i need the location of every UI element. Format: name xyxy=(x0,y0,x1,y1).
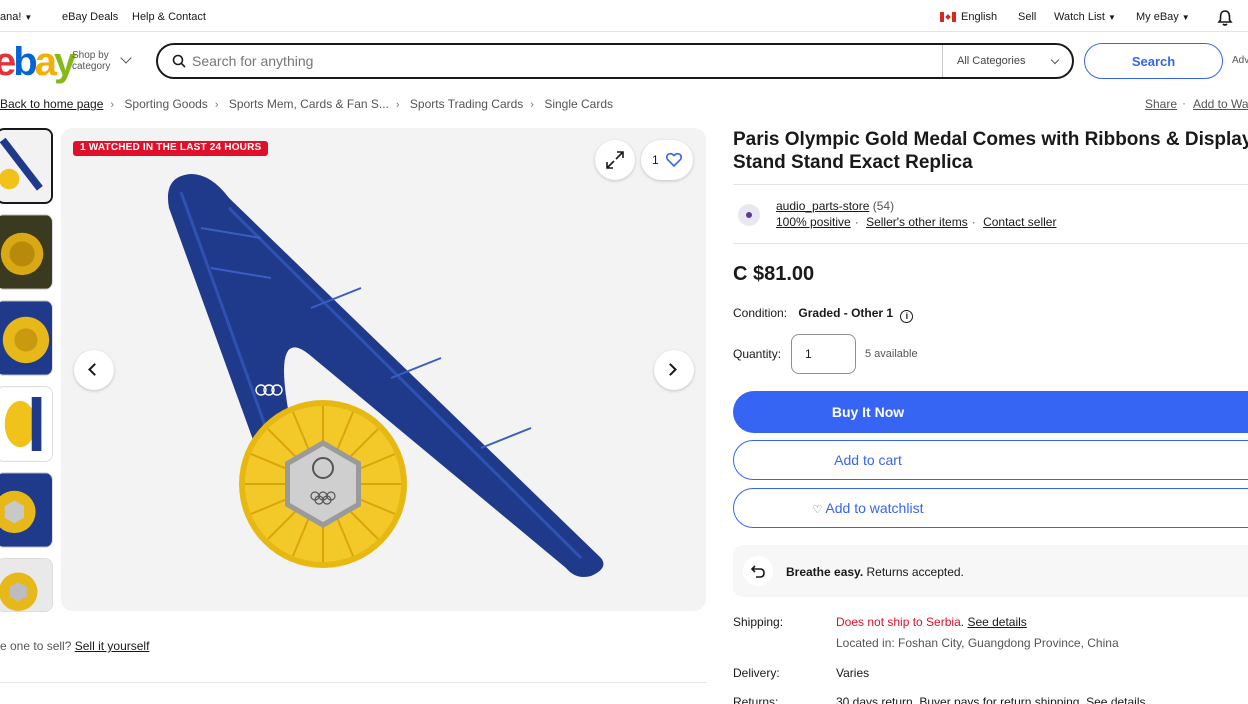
sell-link[interactable]: Sell xyxy=(1018,11,1036,23)
help-contact-link[interactable]: Help & Contact xyxy=(132,11,206,23)
category-select[interactable]: All Categories xyxy=(942,45,1072,77)
price: C $81.00 xyxy=(733,263,815,285)
condition-value: Graded - Other 1 xyxy=(798,306,894,320)
medal-back-thumbnail xyxy=(0,473,52,547)
positive-feedback-link[interactable]: 100% positive xyxy=(776,215,851,229)
chevron-left-icon xyxy=(88,363,101,376)
buy-it-now-button[interactable]: Buy It Now xyxy=(733,391,1248,433)
language-selector[interactable]: English xyxy=(961,11,997,23)
sell-it-yourself-link[interactable]: Sell it yourself xyxy=(75,639,150,653)
top-bar: ana! ▼ eBay Deals Help & Contact English … xyxy=(0,0,1248,32)
watch-count: 1 xyxy=(652,153,659,167)
main-product-image[interactable] xyxy=(61,128,706,611)
delivery-value: Varies xyxy=(836,666,870,680)
shipping-details-link[interactable]: See details xyxy=(967,615,1026,629)
thumbnail-4[interactable] xyxy=(0,386,53,462)
heart-icon xyxy=(665,152,683,168)
medal-ribbon-thumbnail xyxy=(0,130,51,202)
medal-front-thumbnail xyxy=(0,301,52,375)
quantity-label: Quantity: xyxy=(733,347,782,361)
breadcrumb-sporting-goods[interactable]: Sporting Goods xyxy=(124,97,207,111)
shipping-label: Shipping: xyxy=(733,615,784,629)
breadcrumb-trading-cards[interactable]: Sports Trading Cards xyxy=(410,97,523,111)
chevron-down-icon xyxy=(1050,55,1060,65)
shop-by-category-button[interactable]: Shop by category xyxy=(72,50,110,72)
info-icon[interactable]: i xyxy=(900,310,914,323)
expand-icon xyxy=(606,151,624,169)
add-to-watchlist-link[interactable]: Add to Wa xyxy=(1193,97,1248,111)
medal-closeup-thumbnail xyxy=(0,215,52,289)
breadcrumb-home[interactable]: Back to home page xyxy=(0,97,103,111)
divider xyxy=(0,682,707,683)
returns-banner: Breathe easy. Returns accepted. xyxy=(733,545,1248,597)
separator: · xyxy=(1182,96,1186,110)
condition: Condition: Graded - Other 1 i xyxy=(733,306,914,323)
search-bar: All Categories xyxy=(156,43,1074,79)
seller-name-link[interactable]: audio_parts-store xyxy=(776,199,869,213)
greeting-menu[interactable]: ana! ▼ xyxy=(0,11,32,23)
chevron-down-icon[interactable] xyxy=(120,52,132,64)
thumbnail-6[interactable] xyxy=(0,558,53,612)
my-ebay-menu[interactable]: My eBay ▼ xyxy=(1136,11,1190,23)
divider xyxy=(733,243,1248,244)
medal-stand-thumbnail xyxy=(0,559,52,611)
seller-links: 100% positive · Seller's other items · Con… xyxy=(776,215,1057,229)
share-link[interactable]: Share xyxy=(1145,97,1177,111)
canada-flag-icon xyxy=(940,12,956,22)
sell-prompt: e one to sell? Sell it yourself xyxy=(0,639,150,653)
thumbnail-3[interactable] xyxy=(0,300,53,376)
watchlist-menu[interactable]: Watch List ▼ xyxy=(1054,11,1116,23)
thumbnail-5[interactable] xyxy=(0,472,53,548)
breadcrumb: Back to home page › Sporting Goods › Sport… xyxy=(0,97,614,111)
shipping-status: Does not ship to Serbia. See details xyxy=(836,615,1027,629)
chevron-right-icon xyxy=(664,363,677,376)
ebay-logo[interactable]: ebay xyxy=(0,40,76,84)
item-location: Located in: Foshan City, Guangdong Provi… xyxy=(836,636,1119,650)
listing-title: Paris Olympic Gold Medal Comes with Ribb… xyxy=(733,129,1248,173)
ebay-deals-link[interactable]: eBay Deals xyxy=(62,11,118,23)
fullscreen-button[interactable] xyxy=(595,140,635,180)
seller-other-items-link[interactable]: Seller's other items xyxy=(866,215,968,229)
breadcrumb-single-cards[interactable]: Single Cards xyxy=(544,97,613,111)
watch-count-badge: 1 WATCHED IN THE LAST 24 HOURS xyxy=(73,141,269,156)
search-icon xyxy=(172,54,186,68)
breadcrumb-sports-mem[interactable]: Sports Mem, Cards & Fan S... xyxy=(229,97,389,111)
add-to-cart-button[interactable]: Add to cart xyxy=(733,440,1248,480)
return-arrow-icon xyxy=(743,556,773,586)
quantity-available: 5 available xyxy=(865,348,918,360)
search-input[interactable] xyxy=(192,51,932,71)
advanced-search-link[interactable]: Adv xyxy=(1232,55,1248,66)
seller-feedback-count: (54) xyxy=(872,199,895,213)
previous-image-button[interactable] xyxy=(74,350,114,390)
thumbnail-1[interactable] xyxy=(0,128,53,204)
seller-avatar[interactable] xyxy=(738,204,760,226)
returns-value: 30 days return. Buyer pays for return sh… xyxy=(836,695,1146,704)
heart-icon: ♡ xyxy=(812,504,823,516)
divider xyxy=(733,184,1248,185)
search-button[interactable]: Search xyxy=(1084,43,1223,79)
contact-seller-link[interactable]: Contact seller xyxy=(983,215,1056,229)
seller-info: audio_parts-store (54) xyxy=(776,199,894,213)
add-to-watchlist-button[interactable]: ♡ Add to watchlist xyxy=(733,488,1248,528)
delivery-label: Delivery: xyxy=(733,666,780,680)
medal-in-hand-thumbnail xyxy=(0,387,52,461)
next-image-button[interactable] xyxy=(654,350,694,390)
gold-medal-with-ribbon-image xyxy=(61,128,706,611)
watch-button[interactable]: 1 xyxy=(641,140,693,180)
thumbnail-2[interactable] xyxy=(0,214,53,290)
quantity-input[interactable] xyxy=(791,334,856,374)
returns-label: Returns: xyxy=(733,695,779,704)
notification-bell-icon[interactable] xyxy=(1216,9,1234,27)
